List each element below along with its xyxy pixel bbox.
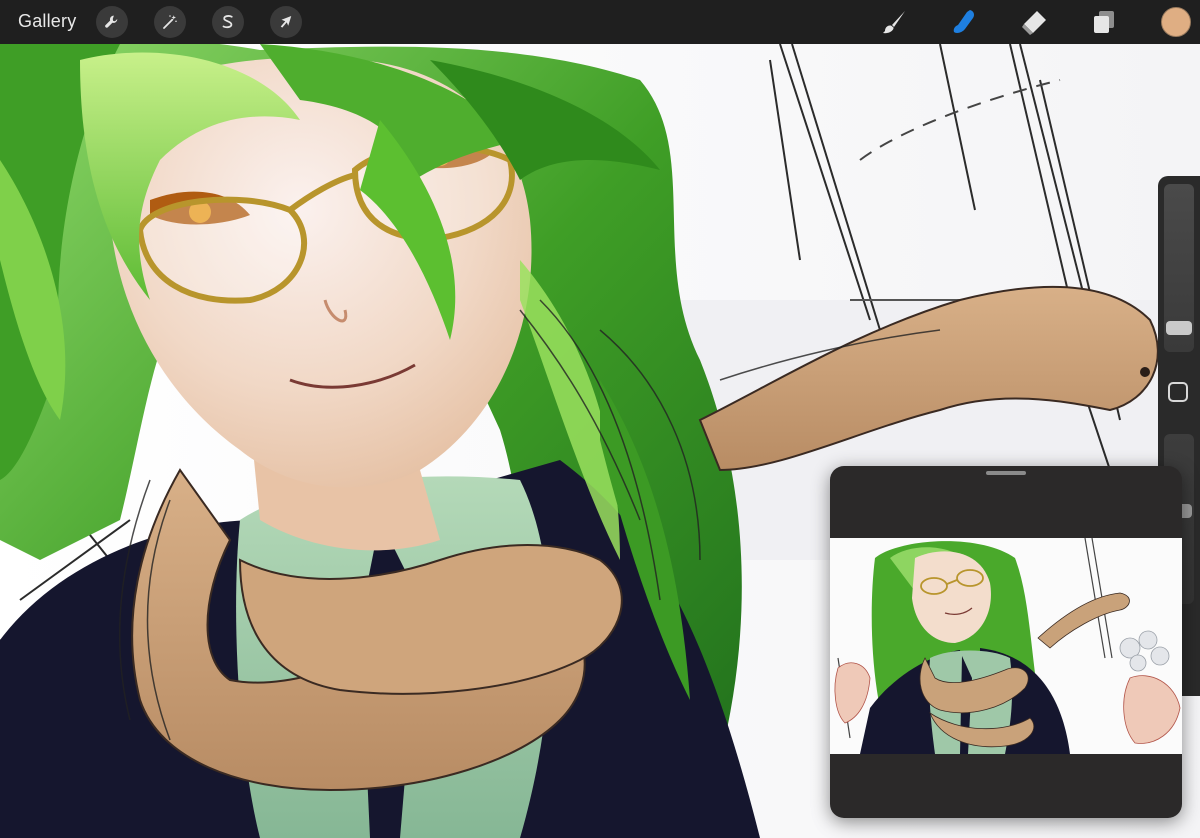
- selection-button[interactable]: [212, 6, 244, 38]
- reference-window[interactable]: [830, 466, 1182, 818]
- arrow-cursor-icon: [280, 16, 292, 28]
- brush-tool[interactable]: [878, 6, 910, 38]
- adjustments-button[interactable]: [154, 6, 186, 38]
- eraser-tool[interactable]: [1018, 6, 1050, 38]
- layers-button[interactable]: [1088, 6, 1120, 38]
- actions-button[interactable]: [96, 6, 128, 38]
- reference-drag-handle[interactable]: [986, 471, 1026, 475]
- brush-icon: [883, 11, 905, 34]
- reference-image: [830, 538, 1182, 754]
- smudge-tool[interactable]: [948, 6, 980, 38]
- color-swatch[interactable]: [1161, 7, 1191, 37]
- top-toolbar: Gallery: [0, 0, 1200, 44]
- square-icon[interactable]: [1168, 382, 1188, 402]
- eraser-icon: [1022, 11, 1046, 35]
- transform-button[interactable]: [270, 6, 302, 38]
- magic-wand-icon: [163, 15, 177, 29]
- gallery-button[interactable]: Gallery: [18, 11, 76, 32]
- brush-size-thumb[interactable]: [1166, 321, 1192, 335]
- wrench-icon: [105, 15, 118, 28]
- layers-icon: [1094, 11, 1114, 33]
- brush-size-slider[interactable]: [1164, 184, 1194, 352]
- selection-s-icon: [222, 15, 233, 29]
- smudge-finger-icon: [953, 10, 974, 33]
